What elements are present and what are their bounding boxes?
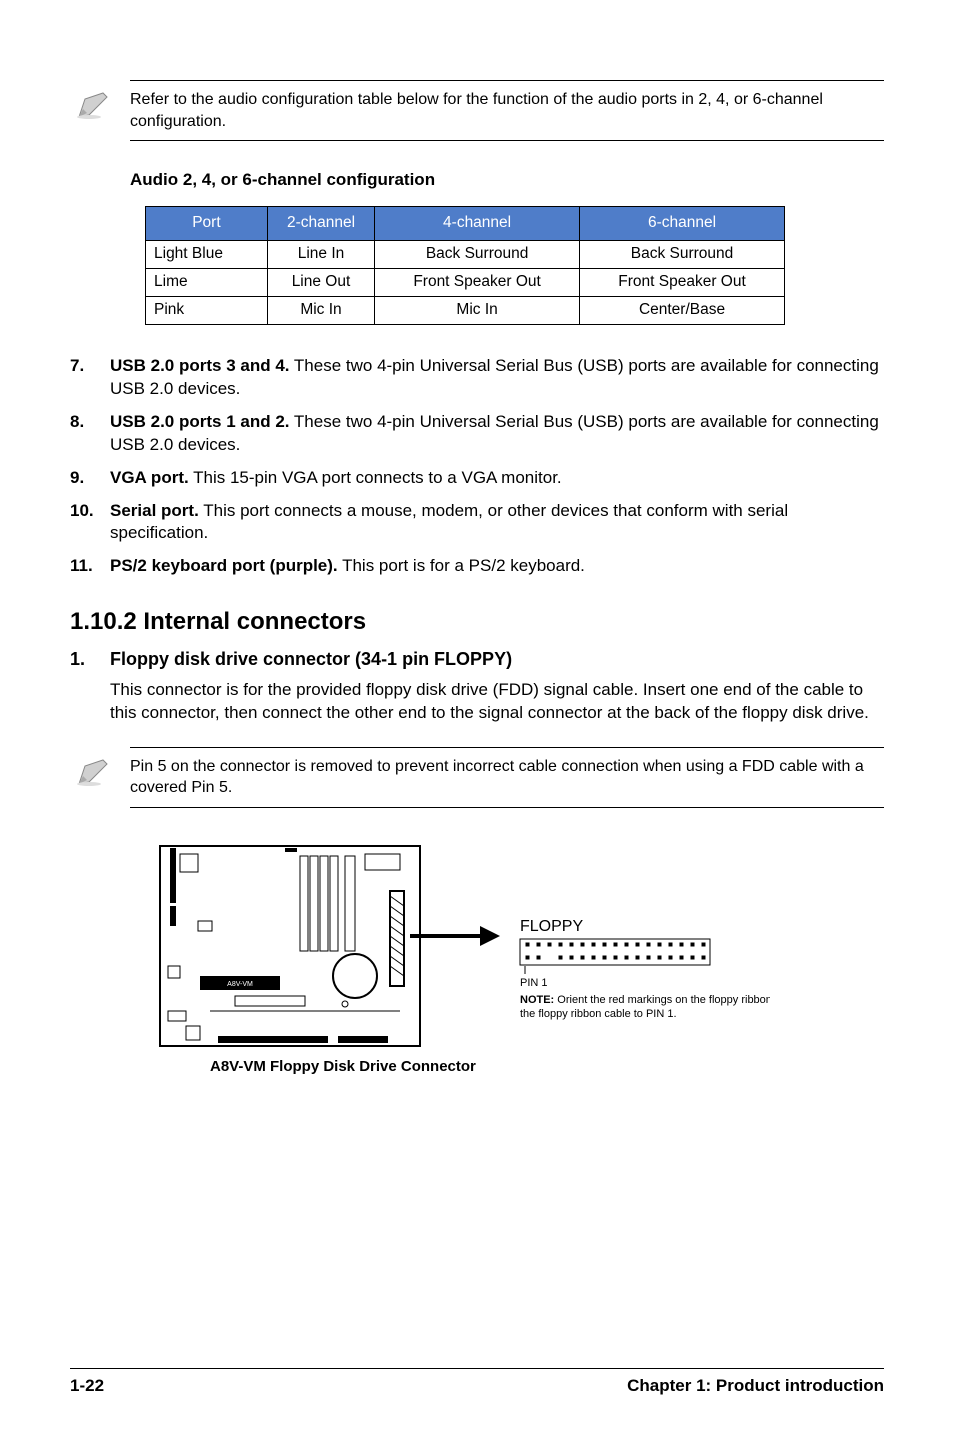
sub-item: 1. Floppy disk drive connector (34-1 pin…	[70, 647, 884, 671]
table-row: Light Blue Line In Back Surround Back Su…	[146, 241, 785, 269]
sub-body: This connector is for the provided flopp…	[110, 679, 884, 725]
sub-title: Floppy disk drive connector (34-1 pin FL…	[110, 647, 512, 671]
section-heading: 1.10.2 Internal connectors	[70, 606, 884, 638]
item-text: This port connects a mouse, modem, or ot…	[110, 501, 788, 543]
floppy-label: FLOPPY	[520, 918, 583, 935]
table-header-row: Port 2-channel 4-channel 6-channel	[146, 207, 785, 241]
item-number: 10.	[70, 500, 110, 546]
chapter-label: Chapter 1: Product introduction	[627, 1375, 884, 1398]
board-diagram-svg: A8V-VM FLOPPY	[150, 836, 770, 1086]
page-footer: 1-22 Chapter 1: Product introduction	[70, 1368, 884, 1398]
table-row: Pink Mic In Mic In Center/Base	[146, 296, 785, 324]
pencil-icon	[75, 754, 115, 788]
item-number: 9.	[70, 467, 110, 490]
note-text: Pin 5 on the connector is removed to pre…	[130, 758, 864, 797]
list-item: 10. Serial port. This port connects a mo…	[70, 500, 884, 546]
page-number: 1-22	[70, 1375, 104, 1398]
list-item: 9. VGA port. This 15-pin VGA port connec…	[70, 467, 884, 490]
diagram-note-text: Orient the red markings on the floppy ri…	[554, 994, 770, 1006]
svg-text:NOTE: Orient the red markings: NOTE: Orient the red markings on the flo…	[520, 994, 770, 1006]
table-title: Audio 2, 4, or 6-channel configuration	[130, 169, 884, 192]
floppy-connector-diagram: A8V-VM FLOPPY	[150, 836, 884, 1093]
th-port: Port	[146, 207, 268, 241]
item-number: 11.	[70, 555, 110, 578]
th-4channel: 4-channel	[375, 207, 580, 241]
item-body: VGA port. This 15-pin VGA port connects …	[110, 467, 884, 490]
diagram-note-lead: NOTE:	[520, 994, 554, 1006]
pencil-icon	[75, 87, 115, 121]
diagram-caption: A8V-VM Floppy Disk Drive Connector	[210, 1058, 476, 1075]
svg-text:the floppy ribbon cable to PIN: the floppy ribbon cable to PIN 1.	[520, 1008, 677, 1020]
rear-panel-list: 7. USB 2.0 ports 3 and 4. These two 4-pi…	[70, 355, 884, 579]
th-6channel: 6-channel	[580, 207, 785, 241]
note-pin5: Pin 5 on the connector is removed to pre…	[130, 747, 884, 808]
item-lead: Serial port.	[110, 501, 199, 520]
sub-number: 1.	[70, 647, 110, 671]
item-number: 8.	[70, 411, 110, 457]
item-lead: VGA port.	[110, 468, 189, 487]
table-row: Lime Line Out Front Speaker Out Front Sp…	[146, 268, 785, 296]
item-text: This port is for a PS/2 keyboard.	[338, 556, 585, 575]
list-item: 7. USB 2.0 ports 3 and 4. These two 4-pi…	[70, 355, 884, 401]
item-number: 7.	[70, 355, 110, 401]
item-body: USB 2.0 ports 3 and 4. These two 4-pin U…	[110, 355, 884, 401]
item-text: This 15-pin VGA port connects to a VGA m…	[189, 468, 562, 487]
audio-config-table: Port 2-channel 4-channel 6-channel Light…	[145, 206, 785, 325]
note-audio-config: Refer to the audio configuration table b…	[130, 80, 884, 141]
item-body: PS/2 keyboard port (purple). This port i…	[110, 555, 884, 578]
list-item: 11. PS/2 keyboard port (purple). This po…	[70, 555, 884, 578]
item-body: Serial port. This port connects a mouse,…	[110, 500, 884, 546]
item-lead: USB 2.0 ports 1 and 2.	[110, 412, 290, 431]
pin1-label: PIN 1	[520, 977, 548, 989]
item-lead: USB 2.0 ports 3 and 4.	[110, 356, 290, 375]
list-item: 8. USB 2.0 ports 1 and 2. These two 4-pi…	[70, 411, 884, 457]
item-body: USB 2.0 ports 1 and 2. These two 4-pin U…	[110, 411, 884, 457]
item-lead: PS/2 keyboard port (purple).	[110, 556, 338, 575]
board-label: A8V-VM	[227, 981, 253, 988]
note-text: Refer to the audio configuration table b…	[130, 91, 823, 130]
th-2channel: 2-channel	[267, 207, 374, 241]
